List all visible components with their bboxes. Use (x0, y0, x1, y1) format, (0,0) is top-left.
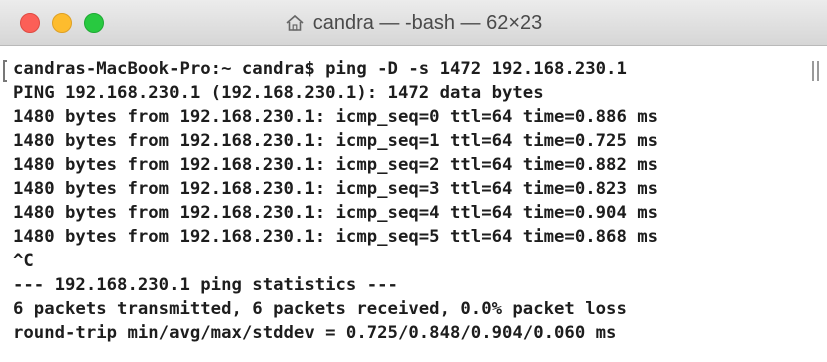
terminal-line: 1480 bytes from 192.168.230.1: icmp_seq=… (13, 155, 659, 175)
title-bar[interactable]: candra — -bash — 62×23 (0, 0, 827, 46)
terminal-output[interactable]: candras-MacBook-Pro:~ candra$ ping -D -s… (0, 47, 827, 362)
terminal-line: 1480 bytes from 192.168.230.1: icmp_seq=… (13, 131, 659, 151)
home-icon (286, 14, 304, 31)
terminal-line: PING 192.168.230.1 (192.168.230.1): 1472… (13, 83, 544, 103)
terminal-line: 1480 bytes from 192.168.230.1: icmp_seq=… (13, 179, 659, 199)
terminal-line: --- 192.168.230.1 ping statistics --- (13, 275, 398, 295)
terminal-line: ^C (13, 251, 34, 271)
terminal-window: candra — -bash — 62×23 candras-MacBook-P… (0, 0, 827, 362)
scroll-marker-icon (812, 61, 819, 81)
terminal-line: candras-MacBook-Pro:~ candra$ ping -D -s… (13, 59, 627, 79)
window-title: candra — -bash — 62×23 (312, 11, 543, 34)
terminal-line: 6 packets transmitted, 6 packets receive… (13, 299, 627, 319)
terminal-line: 1480 bytes from 192.168.230.1: icmp_seq=… (13, 203, 659, 223)
scroll-gutter[interactable] (806, 47, 827, 362)
terminal-line: 1480 bytes from 192.168.230.1: icmp_seq=… (13, 227, 659, 247)
terminal-line: round-trip min/avg/max/stddev = 0.725/0.… (13, 323, 617, 343)
terminal-line: 1480 bytes from 192.168.230.1: icmp_seq=… (13, 107, 659, 127)
selection-bracket-icon (3, 60, 7, 82)
window-title-container: candra — -bash — 62×23 (0, 0, 827, 46)
